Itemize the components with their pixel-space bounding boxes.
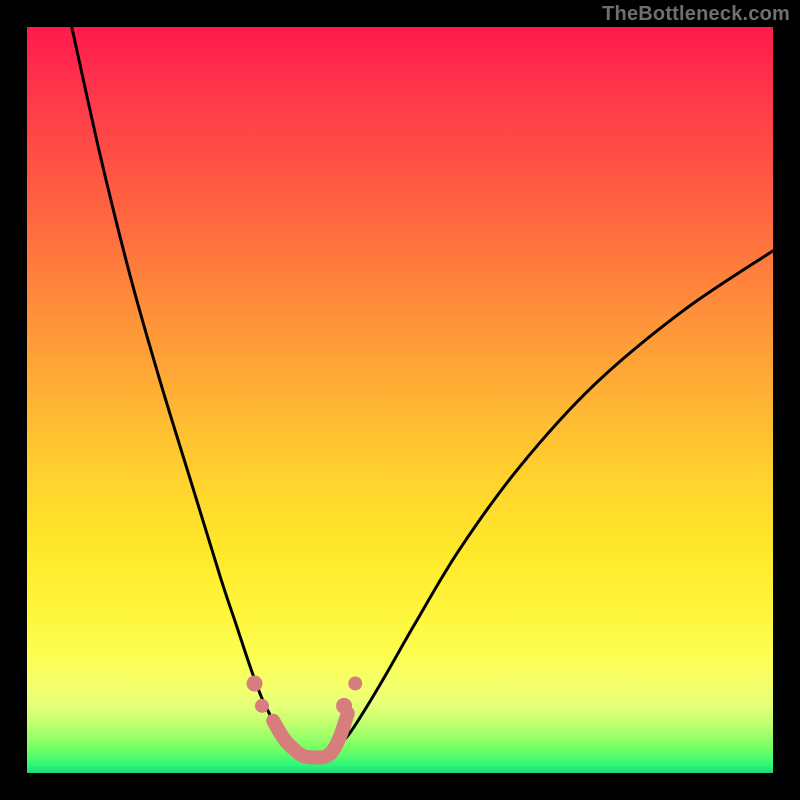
outer-frame: TheBottleneck.com [0,0,800,800]
series-left-curve [72,27,296,751]
marker-3 [348,676,362,690]
marker-0 [247,675,263,691]
series-right-curve [333,251,773,751]
plot-area [27,27,773,773]
chart-svg [27,27,773,773]
marker-1 [255,699,269,713]
marker-2 [336,698,352,714]
watermark-text: TheBottleneck.com [602,3,790,26]
series-trough-floor [273,713,348,757]
curve-layer [72,27,773,757]
